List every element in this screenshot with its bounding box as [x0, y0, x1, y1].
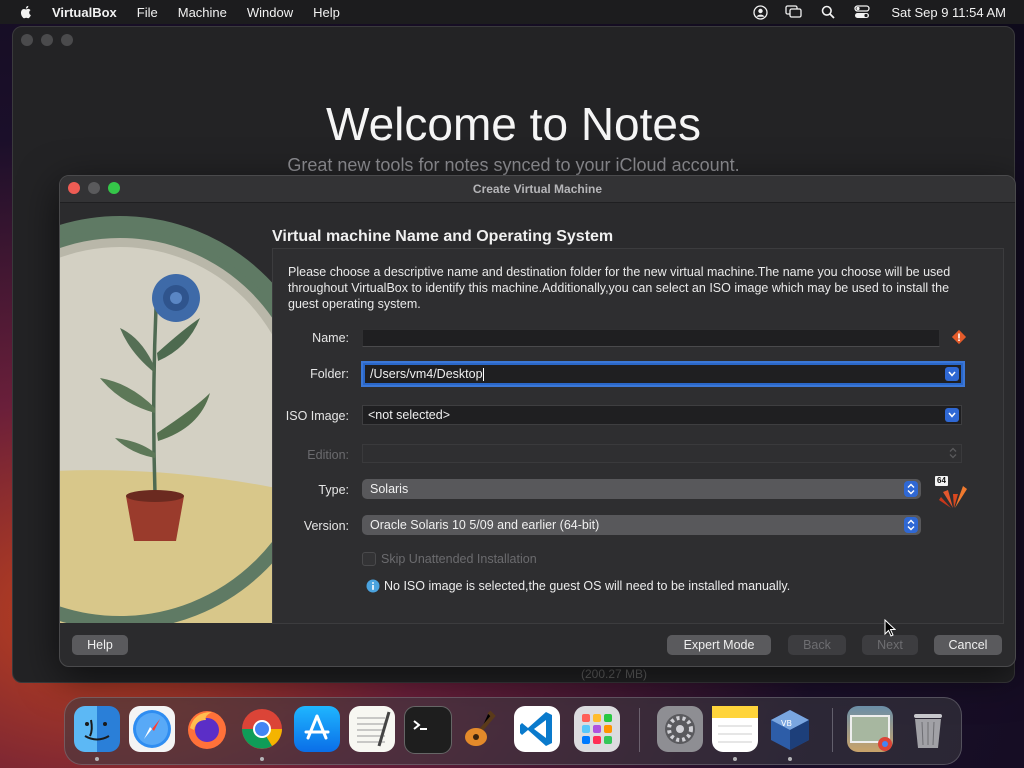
menu-clock[interactable]: Sat Sep 9 11:54 AM	[891, 5, 1006, 20]
dialog-titlebar[interactable]: Create Virtual Machine	[60, 176, 1015, 203]
description-text: Please choose a descriptive name and des…	[288, 265, 951, 311]
help-button[interactable]: Help	[72, 635, 128, 655]
wizard-plant-illustration	[60, 203, 272, 623]
iso-image-label: ISO Image:	[285, 409, 349, 423]
dialog-title: Create Virtual Machine	[472, 182, 603, 196]
dock-separator	[832, 708, 833, 752]
folder-field-value: /Users/vm4/Desktop	[370, 367, 483, 381]
chevron-down-icon	[948, 412, 956, 418]
menu-app-name[interactable]: VirtualBox	[52, 5, 117, 20]
cancel-button[interactable]: Cancel	[934, 635, 1002, 655]
vscode-icon[interactable]	[514, 706, 560, 752]
skip-unattended-label: Skip Unattended Installation	[381, 552, 537, 566]
textedit-icon[interactable]	[349, 706, 395, 752]
info-message-row: No ISO image is selected,the guest OS wi…	[366, 579, 790, 593]
virtualbox-running-dot	[788, 757, 792, 761]
finder-icon[interactable]	[74, 706, 120, 752]
updown-arrows-icon	[904, 481, 918, 497]
updown-arrows-icon	[904, 517, 918, 533]
folder-label: Folder:	[310, 367, 349, 381]
mouse-cursor-icon	[884, 619, 896, 637]
notes-zoom-light[interactable]	[61, 34, 73, 46]
dock: VB	[64, 697, 962, 765]
virtualbox-icon[interactable]: VB	[767, 706, 813, 752]
text-caret	[482, 368, 484, 382]
menu-bar: VirtualBox File Machine Window Help Sat …	[0, 0, 1024, 24]
firefox-icon[interactable]	[184, 706, 230, 752]
version-label: Version:	[303, 519, 349, 533]
system-settings-icon[interactable]	[657, 706, 703, 752]
notes-close-light[interactable]	[21, 34, 33, 46]
notes-welcome-subtitle: Great new tools for notes synced to your…	[287, 155, 740, 175]
menu-window[interactable]: Window	[247, 5, 293, 20]
version-select-value: Oracle Solaris 10 5/09 and earlier (64-b…	[370, 518, 600, 532]
garageband-icon[interactable]	[459, 706, 505, 752]
create-vm-dialog: Create Virtual Machine Virtual machine N…	[59, 175, 1016, 667]
notes-minimize-light[interactable]	[41, 34, 53, 46]
updown-arrows-icon	[949, 447, 957, 459]
iso-image-field[interactable]: <not selected>	[362, 405, 962, 425]
settings-panel: Please choose a descriptive name and des…	[272, 248, 1004, 624]
back-button[interactable]: Back	[788, 635, 846, 655]
terminal-icon[interactable]	[404, 706, 452, 754]
info-icon	[366, 579, 380, 593]
edition-select	[362, 444, 962, 463]
expert-mode-button[interactable]: Expert Mode	[667, 635, 771, 655]
apple-menu-icon[interactable]	[18, 4, 34, 20]
name-label: Name:	[312, 331, 349, 345]
control-center-icon[interactable]	[851, 4, 873, 20]
trash-icon[interactable]	[905, 706, 951, 752]
notes-running-dot	[733, 757, 737, 761]
skip-unattended-row: Skip Unattended Installation	[362, 552, 537, 566]
notes-icon[interactable]	[712, 706, 758, 752]
menu-machine[interactable]: Machine	[178, 5, 227, 20]
section-title: Virtual machine Name and Operating Syste…	[272, 228, 614, 245]
screen-mirror-icon[interactable]	[783, 4, 805, 20]
type-select[interactable]: Solaris	[362, 479, 921, 499]
chrome-icon[interactable]	[239, 706, 285, 752]
finder-running-dot	[95, 757, 99, 761]
menu-help[interactable]: Help	[313, 5, 340, 20]
chrome-running-dot	[260, 757, 264, 761]
user-icon[interactable]	[749, 4, 771, 20]
folder-dropdown-button[interactable]	[945, 367, 959, 381]
skip-unattended-checkbox[interactable]	[362, 552, 376, 566]
dock-separator	[639, 708, 640, 752]
type-select-value: Solaris	[370, 482, 409, 496]
search-icon[interactable]	[817, 4, 839, 20]
notes-welcome-title: Welcome to Notes	[326, 98, 701, 150]
type-label: Type:	[318, 483, 349, 497]
name-field[interactable]	[362, 329, 940, 347]
warning-icon	[951, 329, 967, 345]
next-button[interactable]: Next	[862, 635, 918, 655]
version-select[interactable]: Oracle Solaris 10 5/09 and earlier (64-b…	[362, 515, 921, 535]
menu-file[interactable]: File	[137, 5, 158, 20]
app-store-icon[interactable]	[294, 706, 340, 752]
solaris-os-icon: 64	[935, 476, 969, 510]
chevron-down-icon	[948, 371, 956, 377]
info-message: No ISO image is selected,the guest OS wi…	[384, 579, 791, 593]
edition-label: Edition:	[307, 448, 349, 462]
notes-footer-fragment: (200.27 MB)	[581, 667, 648, 681]
launchpad-icon[interactable]	[574, 706, 620, 752]
iso-dropdown-button[interactable]	[945, 408, 959, 422]
safari-icon[interactable]	[129, 706, 175, 752]
downloads-stack-icon[interactable]	[847, 706, 893, 752]
svg-text:VB: VB	[781, 719, 792, 728]
folder-field[interactable]: /Users/vm4/Desktop	[363, 363, 963, 385]
